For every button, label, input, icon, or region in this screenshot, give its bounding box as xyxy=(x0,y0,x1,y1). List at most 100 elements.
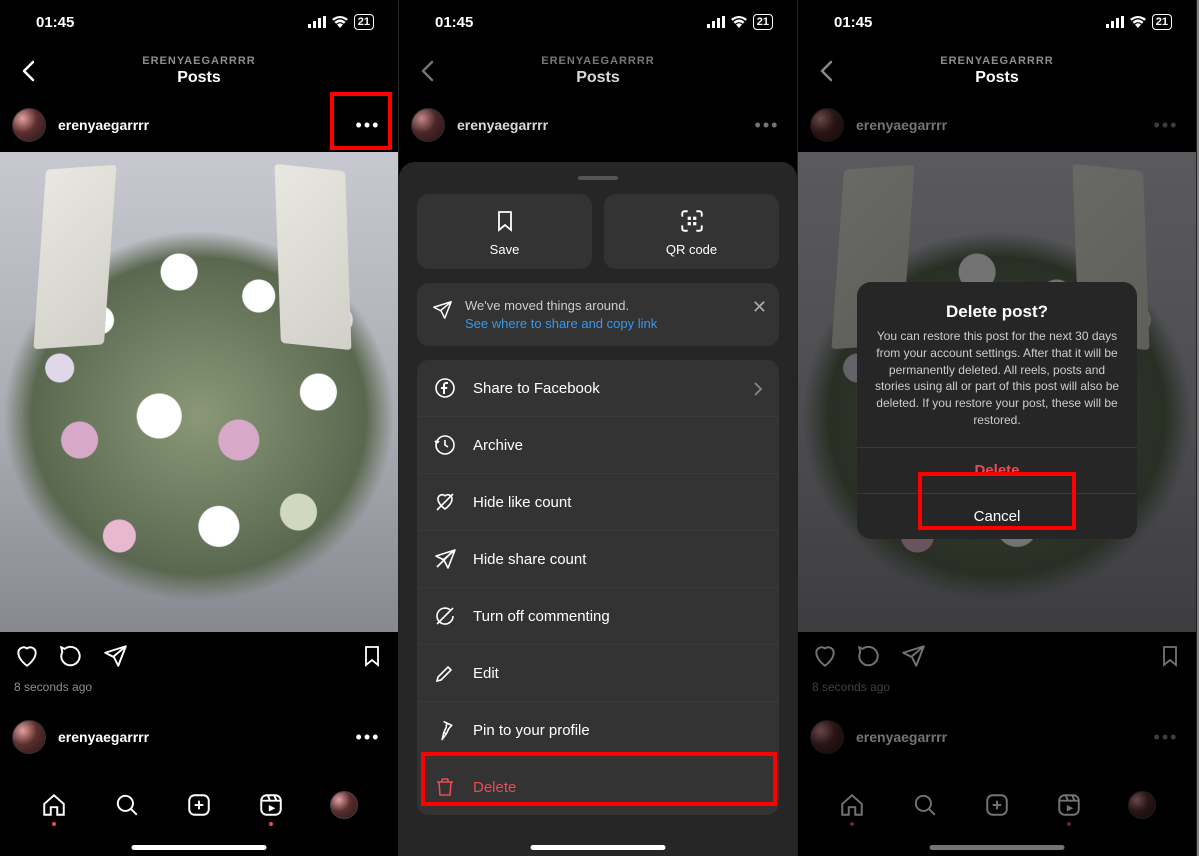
home-indicator[interactable] xyxy=(132,845,267,850)
sheet-item-label: Hide like count xyxy=(473,494,571,511)
sheet-item-label: Turn off commenting xyxy=(473,608,610,625)
delete-alert: Delete post? You can restore this post f… xyxy=(857,282,1137,539)
sheet-archive[interactable]: Archive xyxy=(417,417,779,474)
screen-3: 01:45 21 ERENYAEGARRRR Posts erenyaegarr… xyxy=(798,0,1197,856)
sheet-handle[interactable] xyxy=(578,176,618,180)
bookmark-icon[interactable] xyxy=(360,643,384,669)
post-username[interactable]: erenyaegarrrr xyxy=(58,117,338,133)
back-button[interactable] xyxy=(10,53,46,89)
nav-username: ERENYAEGARRRR xyxy=(142,55,255,68)
status-bar: 01:45 21 xyxy=(0,0,398,44)
post-more-button[interactable]: ••• xyxy=(350,719,386,755)
action-sheet: Save QR code ✕ We've moved things around… xyxy=(399,162,797,856)
status-bar: 01:45 21 xyxy=(399,0,797,44)
post-more-button[interactable]: ••• xyxy=(350,107,386,143)
status-time: 01:45 xyxy=(834,14,872,31)
sheet-item-label: Archive xyxy=(473,437,523,454)
nav-title: Posts xyxy=(940,68,1053,87)
post-username[interactable]: erenyaegarrrr xyxy=(58,729,338,745)
sheet-item-label: Pin to your profile xyxy=(473,722,590,739)
battery-indicator: 21 xyxy=(1152,14,1172,30)
signal-icon xyxy=(308,16,326,28)
battery-indicator: 21 xyxy=(753,14,773,30)
tab-reels[interactable] xyxy=(250,792,292,818)
qr-icon xyxy=(679,208,705,234)
avatar[interactable] xyxy=(411,108,445,142)
sheet-hide-share[interactable]: Hide share count xyxy=(417,531,779,588)
tab-search[interactable] xyxy=(106,792,148,818)
post-username[interactable]: erenyaegarrrr xyxy=(457,117,737,133)
comment-icon[interactable] xyxy=(58,643,84,669)
nav-header: ERENYAEGARRRR Posts xyxy=(399,44,797,98)
tab-home[interactable] xyxy=(33,792,75,818)
alert-cancel-button[interactable]: Cancel xyxy=(857,493,1137,539)
tab-create[interactable] xyxy=(178,792,220,818)
signal-icon xyxy=(707,16,725,28)
status-time: 01:45 xyxy=(36,14,74,31)
nav-header: ERENYAEGARRRR Posts xyxy=(798,44,1196,98)
bookmark-icon xyxy=(493,208,517,234)
sheet-list: Share to Facebook Archive Hide like coun… xyxy=(417,360,779,815)
facebook-icon xyxy=(433,376,457,400)
alert-body: You can restore this post for the next 3… xyxy=(857,328,1137,447)
nav-username: ERENYAEGARRRR xyxy=(541,55,654,68)
status-bar: 01:45 21 xyxy=(798,0,1196,44)
post-actions xyxy=(0,632,398,680)
post-header: erenyaegarrrr ••• xyxy=(399,98,797,152)
sheet-banner: ✕ We've moved things around. See where t… xyxy=(417,283,779,346)
sheet-item-label: Edit xyxy=(473,665,499,682)
tab-profile[interactable] xyxy=(323,791,365,819)
tab-bar xyxy=(0,768,398,856)
post-timestamp: 8 seconds ago xyxy=(0,680,398,704)
edit-icon xyxy=(433,661,457,685)
hide-like-icon xyxy=(433,490,457,514)
sheet-turn-off-commenting[interactable]: Turn off commenting xyxy=(417,588,779,645)
wifi-icon xyxy=(1130,16,1146,28)
sheet-item-label: Hide share count xyxy=(473,551,586,568)
banner-text: We've moved things around. xyxy=(465,297,739,315)
avatar[interactable] xyxy=(12,720,46,754)
sheet-item-label: Delete xyxy=(473,779,516,796)
trash-icon xyxy=(433,775,457,799)
back-button[interactable] xyxy=(409,53,445,89)
sheet-qr-tile[interactable]: QR code xyxy=(604,194,779,269)
alert-delete-button[interactable]: Delete xyxy=(857,447,1137,493)
sheet-save-label: Save xyxy=(490,242,520,257)
screen-1: 01:45 21 ERENYAEGARRRR Posts erenyaegarr… xyxy=(0,0,399,856)
sheet-qr-label: QR code xyxy=(666,242,717,257)
nav-title: Posts xyxy=(142,68,255,87)
back-button[interactable] xyxy=(808,53,844,89)
send-icon xyxy=(431,299,453,321)
sheet-delete[interactable]: Delete xyxy=(417,759,779,815)
chevron-right-icon xyxy=(753,380,763,397)
post-header-2: erenyaegarrrr ••• xyxy=(0,710,398,764)
sheet-edit[interactable]: Edit xyxy=(417,645,779,702)
avatar[interactable] xyxy=(12,108,46,142)
home-indicator[interactable] xyxy=(531,845,666,850)
signal-icon xyxy=(1106,16,1124,28)
wifi-icon xyxy=(332,16,348,28)
sheet-pin[interactable]: Pin to your profile xyxy=(417,702,779,759)
post-header: erenyaegarrrr ••• xyxy=(0,98,398,152)
archive-icon xyxy=(433,433,457,457)
nav-title: Posts xyxy=(541,68,654,87)
post-more-button[interactable]: ••• xyxy=(749,107,785,143)
post-image[interactable] xyxy=(0,152,398,632)
nav-header: ERENYAEGARRRR Posts xyxy=(0,44,398,98)
close-icon[interactable]: ✕ xyxy=(752,295,767,319)
sheet-share-facebook[interactable]: Share to Facebook xyxy=(417,360,779,417)
alert-title: Delete post? xyxy=(857,282,1137,328)
like-icon[interactable] xyxy=(14,643,40,669)
sheet-save-tile[interactable]: Save xyxy=(417,194,592,269)
screen-2: 01:45 21 ERENYAEGARRRR Posts erenyaegarr… xyxy=(399,0,798,856)
wifi-icon xyxy=(731,16,747,28)
sheet-item-label: Share to Facebook xyxy=(473,380,600,397)
banner-link[interactable]: See where to share and copy link xyxy=(465,315,739,333)
hide-share-icon xyxy=(433,547,457,571)
share-icon[interactable] xyxy=(102,643,128,669)
pin-icon xyxy=(433,718,457,742)
nav-username: ERENYAEGARRRR xyxy=(940,55,1053,68)
sheet-hide-likes[interactable]: Hide like count xyxy=(417,474,779,531)
status-time: 01:45 xyxy=(435,14,473,31)
battery-indicator: 21 xyxy=(354,14,374,30)
